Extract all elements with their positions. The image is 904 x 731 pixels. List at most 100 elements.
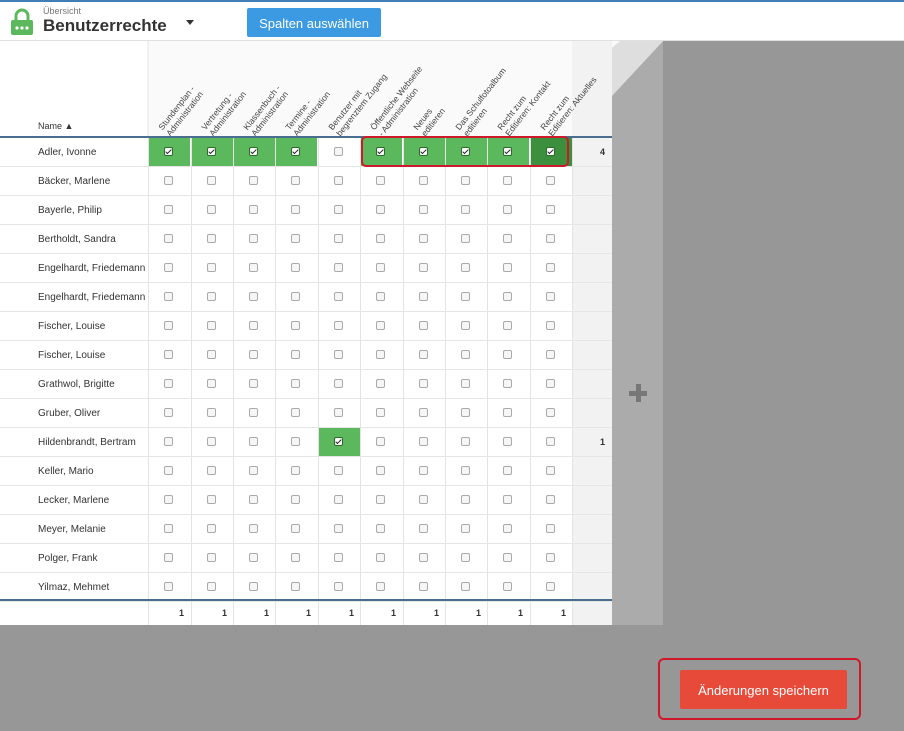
permission-checkbox[interactable] [461, 582, 470, 591]
permission-checkbox[interactable] [546, 466, 555, 475]
permission-checkbox[interactable] [334, 292, 343, 301]
permission-checkbox[interactable] [503, 408, 512, 417]
permission-cell[interactable] [191, 544, 233, 572]
permission-checkbox[interactable] [291, 495, 300, 504]
permission-checkbox[interactable] [291, 147, 300, 156]
permission-cell[interactable] [487, 486, 529, 514]
permission-checkbox[interactable] [249, 582, 258, 591]
permission-checkbox[interactable] [461, 350, 470, 359]
permission-checkbox[interactable] [207, 408, 216, 417]
permission-cell[interactable] [487, 515, 529, 543]
permission-cell[interactable] [403, 486, 445, 514]
permission-checkbox[interactable] [291, 292, 300, 301]
permission-checkbox[interactable] [419, 321, 428, 330]
permission-checkbox[interactable] [291, 437, 300, 446]
permission-cell[interactable] [360, 225, 402, 253]
permission-cell[interactable] [191, 428, 233, 456]
permission-cell[interactable] [233, 399, 275, 427]
permission-cell[interactable] [360, 486, 402, 514]
permission-cell[interactable] [445, 283, 487, 311]
permission-checkbox[interactable] [461, 495, 470, 504]
permission-cell[interactable] [191, 457, 233, 485]
permission-cell[interactable] [360, 167, 402, 195]
permission-cell[interactable] [275, 486, 317, 514]
permission-cell[interactable] [360, 399, 402, 427]
permission-checkbox[interactable] [461, 408, 470, 417]
permission-checkbox[interactable] [207, 350, 216, 359]
permission-cell[interactable] [233, 573, 275, 601]
permission-cell[interactable] [530, 486, 572, 514]
permission-checkbox[interactable] [419, 350, 428, 359]
permission-cell[interactable] [360, 457, 402, 485]
permission-checkbox[interactable] [291, 263, 300, 272]
permission-cell[interactable] [360, 544, 402, 572]
permission-checkbox[interactable] [376, 147, 385, 156]
permission-checkbox[interactable] [249, 350, 258, 359]
permission-cell[interactable] [487, 254, 529, 282]
permission-cell[interactable] [487, 428, 529, 456]
permission-cell[interactable] [318, 428, 360, 456]
permission-cell[interactable] [487, 196, 529, 224]
permission-cell[interactable] [318, 167, 360, 195]
permission-cell[interactable] [487, 138, 529, 166]
permission-checkbox[interactable] [503, 321, 512, 330]
select-columns-button[interactable]: Spalten auswählen [247, 8, 381, 37]
permission-checkbox[interactable] [334, 147, 343, 156]
permission-cell[interactable] [191, 312, 233, 340]
permission-cell[interactable] [233, 428, 275, 456]
permission-cell[interactable] [360, 138, 402, 166]
permission-checkbox[interactable] [461, 176, 470, 185]
permission-cell[interactable] [445, 312, 487, 340]
permission-cell[interactable] [275, 399, 317, 427]
permission-cell[interactable] [318, 573, 360, 601]
permission-cell[interactable] [275, 573, 317, 601]
permission-cell[interactable] [318, 457, 360, 485]
permission-cell[interactable] [318, 486, 360, 514]
permission-cell[interactable] [445, 370, 487, 398]
permission-checkbox[interactable] [461, 263, 470, 272]
permission-cell[interactable] [445, 196, 487, 224]
permission-cell[interactable] [445, 428, 487, 456]
permission-cell[interactable] [318, 399, 360, 427]
permission-cell[interactable] [318, 138, 360, 166]
permission-cell[interactable] [233, 312, 275, 340]
permission-checkbox[interactable] [376, 524, 385, 533]
permission-cell[interactable] [403, 457, 445, 485]
permission-cell[interactable] [191, 167, 233, 195]
permission-cell[interactable] [275, 138, 317, 166]
permission-checkbox[interactable] [419, 408, 428, 417]
permission-checkbox[interactable] [419, 553, 428, 562]
permission-cell[interactable] [148, 573, 190, 601]
permission-cell[interactable] [148, 341, 190, 369]
permission-checkbox[interactable] [503, 350, 512, 359]
save-changes-button[interactable]: Änderungen speichern [680, 670, 847, 709]
permission-checkbox[interactable] [207, 466, 216, 475]
permission-checkbox[interactable] [249, 176, 258, 185]
permission-checkbox[interactable] [249, 292, 258, 301]
permission-checkbox[interactable] [376, 379, 385, 388]
permission-cell[interactable] [148, 428, 190, 456]
permission-cell[interactable] [530, 399, 572, 427]
permission-checkbox[interactable] [376, 234, 385, 243]
permission-checkbox[interactable] [249, 408, 258, 417]
permission-checkbox[interactable] [249, 466, 258, 475]
permission-cell[interactable] [445, 399, 487, 427]
permission-checkbox[interactable] [164, 408, 173, 417]
permission-checkbox[interactable] [164, 466, 173, 475]
permission-cell[interactable] [191, 196, 233, 224]
permission-checkbox[interactable] [419, 176, 428, 185]
permission-cell[interactable] [148, 138, 190, 166]
permission-checkbox[interactable] [376, 466, 385, 475]
permission-cell[interactable] [191, 225, 233, 253]
permission-checkbox[interactable] [461, 524, 470, 533]
permission-checkbox[interactable] [461, 379, 470, 388]
permission-cell[interactable] [148, 515, 190, 543]
permission-cell[interactable] [233, 457, 275, 485]
permission-cell[interactable] [487, 544, 529, 572]
permission-cell[interactable] [403, 399, 445, 427]
permission-cell[interactable] [148, 486, 190, 514]
permission-cell[interactable] [233, 370, 275, 398]
permission-checkbox[interactable] [503, 437, 512, 446]
permission-checkbox[interactable] [376, 350, 385, 359]
permission-cell[interactable] [530, 138, 572, 166]
